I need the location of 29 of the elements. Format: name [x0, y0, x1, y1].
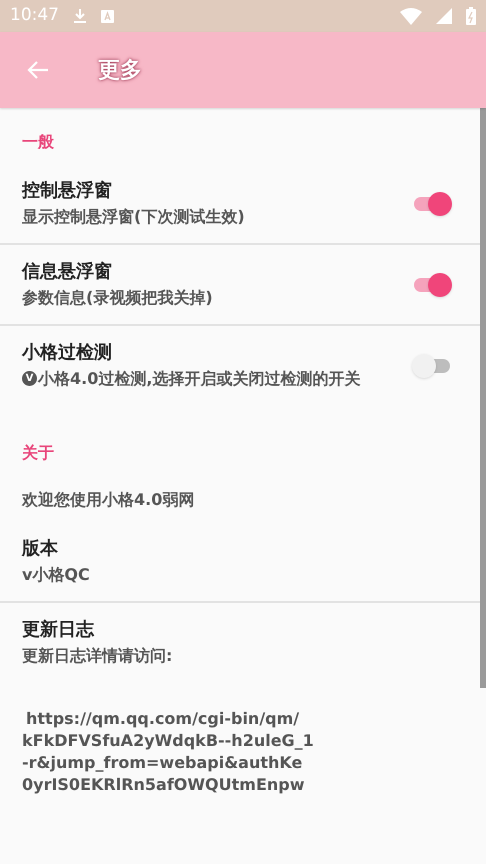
preference-summary: 显示控制悬浮窗(下次测试生效) — [22, 207, 245, 226]
section-header: 关于 — [20, 442, 55, 464]
page-title: 更多 — [98, 56, 142, 84]
update-url[interactable]: https://qm.qq.com/cgi-bin/qm/ kFkDFVSfuA2yWdqkB--h2uleG_1 -r&jump_from=webapi&authKe 0yrIS0EKRlRn5afOWQUtmEnpw — [22, 708, 322, 796]
battery-icon — [466, 7, 476, 25]
preference-title: 更新日志 — [22, 618, 96, 642]
preference-title: 版本 — [22, 537, 59, 561]
preference-summary: 更新日志详情请访问: — [22, 646, 172, 665]
preference-summary: 欢迎您使用小格4.0弱网 — [22, 490, 194, 509]
preference-row[interactable]: 更新日志 更新日志详情请访问: — [0, 603, 480, 682]
badge-icon: V — [22, 371, 37, 386]
preference-summary: 参数信息(录视频把我关掉) — [22, 288, 213, 307]
wifi-icon — [400, 8, 422, 24]
preference-row[interactable]: 欢迎您使用小格4.0弱网 — [0, 477, 480, 522]
preference-title: 小格过检测 — [22, 341, 113, 365]
preference-summary: v小格QC — [22, 565, 90, 584]
section-header: 一般 — [21, 131, 55, 153]
download-icon — [73, 8, 87, 24]
preference-summary: 小格4.0过检测,选择开启或关闭过检测的开关 — [38, 369, 360, 388]
preference-row[interactable]: 版本 v小格QC — [0, 522, 480, 601]
back-arrow-icon — [27, 60, 49, 80]
preference-row[interactable]: 信息悬浮窗 参数信息(录视频把我关掉) — [0, 245, 480, 324]
status-time: 10:47 — [10, 4, 59, 28]
preference-row[interactable]: 控制悬浮窗 显示控制悬浮窗(下次测试生效) — [0, 164, 480, 243]
preference-row[interactable]: 小格过检测 V 小格4.0过检测,选择开启或关闭过检测的开关 — [0, 326, 480, 405]
signal-icon — [436, 8, 452, 24]
keyboard-icon — [101, 10, 114, 22]
preference-title: 控制悬浮窗 — [22, 179, 113, 203]
preference-title: 信息悬浮窗 — [22, 260, 113, 284]
